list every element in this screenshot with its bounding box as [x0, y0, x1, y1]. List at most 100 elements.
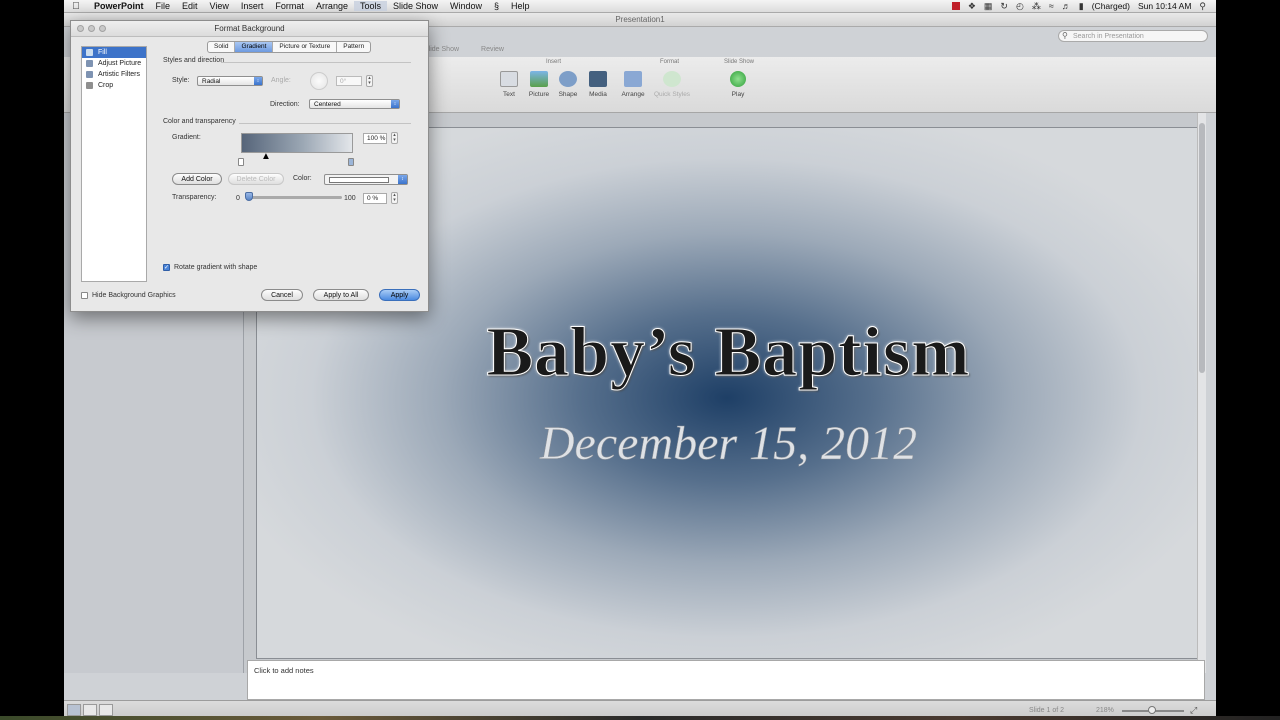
group-format-title: Format	[660, 59, 680, 65]
menu-arrange[interactable]: Arrange	[310, 1, 354, 11]
normal-view-button[interactable]	[67, 704, 81, 716]
chevron-updown-icon: ↕	[398, 175, 407, 184]
direction-value: Centered	[314, 101, 341, 108]
menu-app[interactable]: PowerPoint	[88, 1, 150, 11]
zoom-level: 218%	[1096, 707, 1114, 714]
shape-button[interactable]: Shape	[553, 71, 583, 98]
slide-title[interactable]: Baby’s Baptism	[257, 313, 1200, 393]
dialog-title: Format Background	[214, 24, 285, 33]
angle-label: Angle:	[271, 77, 291, 84]
battery-icon[interactable]: ▮	[1079, 1, 1084, 12]
time-machine-icon[interactable]: ◴	[1016, 1, 1024, 12]
category-artistic-filters[interactable]: Artistic Filters	[82, 69, 146, 80]
transparency-slider[interactable]	[245, 192, 342, 201]
chevron-updown-icon: ↕	[254, 77, 262, 85]
play-button[interactable]: Play	[723, 71, 753, 98]
record-icon[interactable]	[951, 2, 960, 10]
styles-section-title: Styles and direction	[163, 57, 225, 64]
slide-subtitle[interactable]: December 15, 2012	[257, 416, 1200, 471]
sync-icon[interactable]: ↻	[1000, 1, 1008, 12]
menu-help[interactable]: Help	[505, 1, 536, 11]
mouse-cursor-icon: ▲	[261, 151, 271, 162]
menu-file[interactable]: File	[150, 1, 177, 11]
menu-slide-show[interactable]: Slide Show	[387, 1, 444, 11]
category-crop[interactable]: Crop	[82, 80, 146, 91]
scrollbar-thumb[interactable]	[1199, 123, 1205, 373]
gradient-position-input[interactable]: 100 %	[363, 133, 387, 144]
zoom-slider-knob[interactable]	[1148, 706, 1156, 714]
tab-gradient[interactable]: Gradient	[235, 42, 274, 52]
dialog-titlebar: Format Background	[71, 21, 428, 37]
menu-edit[interactable]: Edit	[176, 1, 204, 11]
category-fill-label: Fill	[98, 49, 107, 56]
notes-pane[interactable]: Click to add notes	[247, 660, 1205, 700]
tab-picture-or-texture[interactable]: Picture or Texture	[273, 42, 338, 52]
angle-stepper[interactable]: ▴ ▾	[366, 75, 373, 87]
apple-menu-icon[interactable]: 	[64, 1, 88, 12]
text-button-label: Text	[503, 91, 515, 98]
direction-select[interactable]: Centered ↕	[309, 99, 400, 109]
gradient-stop-right[interactable]	[348, 158, 354, 166]
angle-dial[interactable]	[310, 72, 328, 90]
clock[interactable]: Sun 10:14 AM	[1138, 1, 1191, 11]
close-icon[interactable]	[77, 25, 84, 32]
wifi-icon[interactable]: ≈	[1049, 1, 1054, 11]
hide-background-checkbox[interactable]	[81, 292, 88, 299]
spotlight-icon[interactable]: ⚲	[1199, 1, 1206, 12]
bluetooth-icon[interactable]: ⁂	[1032, 1, 1041, 12]
vertical-scrollbar[interactable]	[1197, 113, 1206, 673]
style-select[interactable]: Radial ↕	[197, 76, 263, 86]
menu-view[interactable]: View	[204, 1, 235, 11]
rotate-gradient-checkbox[interactable]: ✓	[163, 264, 170, 271]
grid-icon[interactable]: ▦	[984, 1, 993, 12]
transparency-min: 0	[236, 195, 240, 202]
category-adjust-picture[interactable]: Adjust Picture	[82, 58, 146, 69]
color-swatch	[329, 177, 389, 183]
angle-input[interactable]: 0°	[336, 76, 362, 86]
minimize-icon[interactable]	[88, 25, 95, 32]
transparency-stepper[interactable]: ▴ ▾	[391, 192, 398, 204]
category-fill[interactable]: Fill	[82, 47, 146, 58]
transparency-value: 0 %	[367, 195, 379, 202]
quick-styles-label: Quick Styles	[653, 91, 691, 98]
picture-button[interactable]: Picture	[524, 71, 554, 98]
gradient-preview-bar[interactable]	[241, 133, 353, 153]
zoom-icon[interactable]	[99, 25, 106, 32]
tab-slide-show[interactable]: Slide Show	[424, 46, 459, 53]
chevron-updown-icon: ↕	[391, 100, 399, 108]
adjust-picture-icon	[86, 60, 93, 67]
search-input[interactable]: ⚲ Search in Presentation	[1058, 30, 1208, 42]
media-button[interactable]: Media	[583, 71, 613, 98]
status-tray: ❖ ▦ ↻ ◴ ⁂ ≈ ♬ ▮ (Charged) Sun 10:14 AM ⚲	[951, 1, 1216, 12]
text-button[interactable]: Text	[494, 71, 524, 98]
tab-pattern[interactable]: Pattern	[337, 42, 370, 52]
tab-solid[interactable]: Solid	[208, 42, 236, 52]
transparency-input[interactable]: 0 %	[363, 193, 387, 204]
category-artistic-filters-label: Artistic Filters	[98, 71, 140, 78]
apply-to-all-button[interactable]: Apply to All	[313, 289, 369, 301]
menu-format[interactable]: Format	[269, 1, 310, 11]
volume-icon[interactable]: ♬	[1062, 1, 1071, 11]
menu-tools[interactable]: Tools	[353, 1, 387, 11]
gradient-position-stepper[interactable]: ▴ ▾	[391, 132, 398, 144]
slide-sorter-view-button[interactable]	[83, 704, 97, 716]
dropbox-icon[interactable]: ❖	[968, 1, 976, 12]
fit-to-window-icon[interactable]: ⤢	[1190, 705, 1197, 716]
menu-script-icon[interactable]: §	[488, 1, 505, 11]
gradient-stop-left[interactable]	[238, 158, 244, 166]
cancel-button[interactable]: Cancel	[261, 289, 303, 301]
add-color-button[interactable]: Add Color	[172, 173, 222, 185]
transparency-slider-knob[interactable]	[245, 192, 253, 201]
arrange-button[interactable]: Arrange	[618, 71, 648, 98]
quick-styles-button[interactable]: Quick Styles	[652, 71, 692, 98]
apply-button[interactable]: Apply	[379, 289, 420, 301]
play-button-label: Play	[731, 91, 745, 98]
tab-review[interactable]: Review	[481, 46, 504, 53]
color-picker[interactable]: ↕	[324, 174, 408, 185]
picture-button-label: Picture	[528, 91, 550, 98]
menu-insert[interactable]: Insert	[235, 1, 270, 11]
menu-window[interactable]: Window	[444, 1, 488, 11]
delete-color-button[interactable]: Delete Color	[228, 173, 284, 185]
search-placeholder: Search in Presentation	[1073, 33, 1144, 40]
slideshow-view-button[interactable]	[99, 704, 113, 716]
